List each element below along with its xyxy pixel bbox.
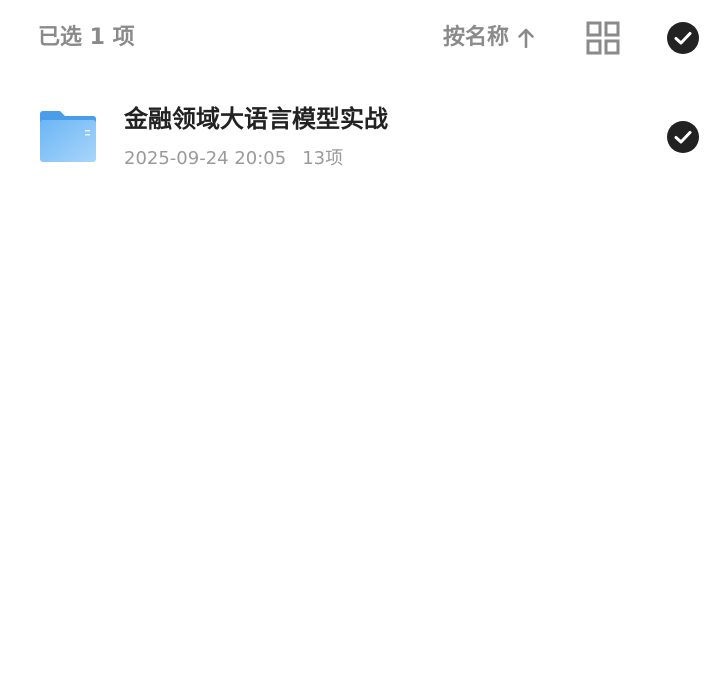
sort-by-name-button[interactable]: 按名称 — [443, 22, 535, 54]
grid-view-icon[interactable] — [586, 21, 620, 55]
selection-toolbar: 已选 1 项 按名称 — [0, 0, 714, 76]
file-name: 金融领域大语言模型实战 — [124, 105, 388, 133]
select-all-check-icon[interactable] — [666, 21, 700, 55]
arrow-up-icon — [518, 28, 534, 48]
sort-label: 按名称 — [443, 25, 510, 50]
file-meta: 2025-09-24 20:05 13项 — [124, 146, 343, 172]
folder-icon — [40, 111, 96, 162]
file-item-count: 13项 — [302, 148, 344, 169]
file-list-item[interactable]: 金融领域大语言模型实战 2025-09-24 20:05 13项 — [0, 90, 714, 186]
selection-count-label: 已选 1 项 — [38, 25, 135, 50]
row-selected-check-icon[interactable] — [666, 120, 700, 154]
file-date: 2025-09-24 20:05 — [124, 148, 287, 169]
file-selection-page: 已选 1 项 按名称 金融领域大语言模型实战 2025-09-24 20:05 … — [0, 0, 714, 691]
